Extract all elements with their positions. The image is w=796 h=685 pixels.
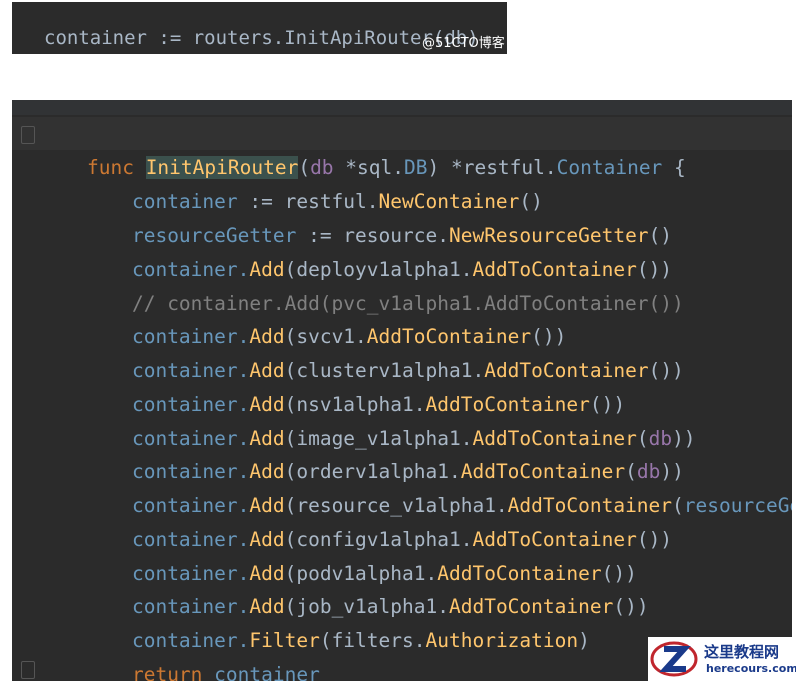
- code-token: ()): [648, 359, 684, 382]
- code-line-return[interactable]: return container: [85, 624, 320, 681]
- code-line[interactable]: resourceGetter := resource.NewResourceGe…: [85, 185, 672, 247]
- code-line[interactable]: container.Add(svcv1.AddToContainer()): [85, 286, 566, 348]
- keyword-return: return: [131, 663, 203, 681]
- code-line[interactable]: container.Filter(filters.Authorization): [85, 590, 590, 652]
- code-line-signature[interactable]: func InitApiRouter(db *sql.DB) *restful.…: [40, 117, 686, 179]
- code-line[interactable]: container.Add(image_v1alpha1.AddToContai…: [85, 388, 696, 450]
- editor-top-bar: [12, 100, 792, 115]
- return-type-name: Container: [556, 156, 663, 179]
- code-token: resourceGetter: [683, 494, 792, 517]
- code-line[interactable]: container.Add(configv1alpha1.AddToContai…: [85, 489, 672, 551]
- code-snippet-top: container := routers.InitApiRouter(db) @…: [12, 2, 507, 54]
- logo-title: 这里教程网: [704, 643, 780, 661]
- code-token: Authorization: [425, 629, 579, 652]
- code-editor[interactable]: func InitApiRouter(db *sql.DB) *restful.…: [12, 100, 792, 681]
- code-line[interactable]: container := restful.NewContainer(): [85, 151, 543, 213]
- code-line-close[interactable]: }: [40, 655, 99, 681]
- code-token: (: [672, 494, 684, 517]
- code-line[interactable]: container.Add(orderv1alpha1.AddToContain…: [85, 421, 684, 483]
- code-line[interactable]: container.Add(deployv1alpha1.AddToContai…: [85, 219, 672, 281]
- code-line[interactable]: container.Add(nsv1alpha1.AddToContainer(…: [85, 354, 625, 416]
- code-line[interactable]: container.Add(job_v1alpha1.AddToContaine…: [85, 556, 649, 618]
- fold-close-icon[interactable]: [21, 661, 35, 679]
- code-line[interactable]: container.Add(podv1alpha1.AddToContainer…: [85, 523, 637, 585]
- code-token: ()): [613, 595, 649, 618]
- snippet-code-line: container := routers.InitApiRouter(db): [44, 27, 479, 49]
- code-token: container: [202, 663, 320, 681]
- watermark-text: @51CTO博客: [422, 36, 505, 51]
- logo-z-icon: [650, 641, 698, 677]
- code-line[interactable]: container.Add(resource_v1alpha1.AddToCon…: [85, 455, 792, 517]
- logo-subtitle: herecours.com: [706, 662, 796, 675]
- open-brace: {: [662, 156, 686, 179]
- code-token: ): [578, 629, 590, 652]
- code-line-comment[interactable]: // container.Add(pvc_v1alpha1.AddToConta…: [85, 253, 684, 315]
- code-token: (filters.: [319, 629, 426, 652]
- fold-open-icon[interactable]: [21, 126, 35, 144]
- code-token: ()): [636, 528, 673, 551]
- site-logo: 这里教程网 herecours.com: [648, 637, 796, 681]
- code-line[interactable]: container.Add(clusterv1alpha1.AddToConta…: [85, 320, 684, 382]
